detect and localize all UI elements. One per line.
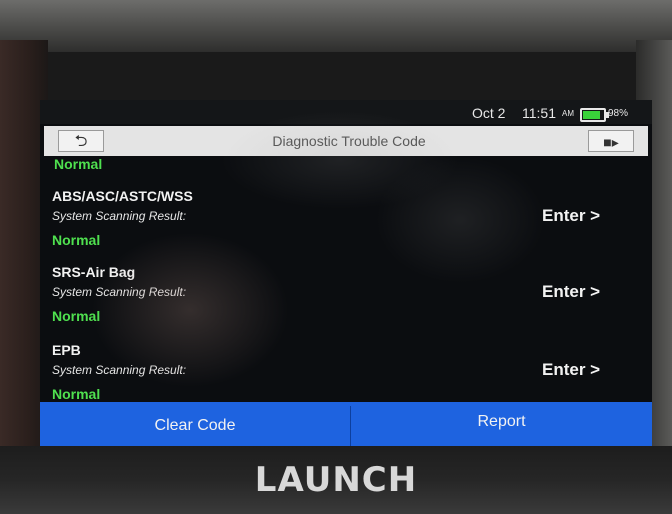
system-name: SRS-Air Bag: [52, 264, 136, 280]
system-item[interactable]: SRS-Air Bag System Scanning Result: Norm…: [40, 264, 652, 340]
system-name: EPB: [52, 342, 81, 358]
system-item[interactable]: ABS/ASC/ASTC/WSS System Scanning Result:…: [40, 188, 652, 264]
system-status: Normal: [52, 386, 101, 402]
enter-button[interactable]: Enter >: [542, 360, 600, 380]
status-battery-percent: 98%: [608, 108, 629, 119]
device-screen: Oct 2 11:51 AM 98% ⮌ Diagnostic Trouble …: [40, 100, 652, 446]
status-bar: Oct 2 11:51 AM 98%: [40, 100, 652, 124]
back-arrow-icon: ⮌: [74, 133, 88, 150]
device-bezel-top: [0, 0, 672, 52]
exit-button[interactable]: ■▸: [588, 130, 634, 152]
system-status: Normal: [52, 232, 101, 248]
back-button[interactable]: ⮌: [58, 130, 104, 152]
enter-button[interactable]: Enter >: [542, 206, 600, 226]
system-result-label: System Scanning Result:: [52, 209, 187, 223]
clear-code-button[interactable]: Clear Code: [40, 402, 350, 446]
status-date: Oct 2: [472, 105, 506, 121]
report-button[interactable]: Report: [351, 402, 652, 446]
system-result-label: System Scanning Result:: [52, 285, 187, 299]
status-ampm: AM: [562, 109, 574, 118]
title-bar: ⮌ Diagnostic Trouble Code ■▸: [44, 126, 648, 156]
device-brand-logo: LAUNCH: [254, 460, 418, 500]
status-time: 11:51: [522, 105, 556, 121]
system-status: Normal: [52, 308, 101, 324]
enter-button[interactable]: Enter >: [542, 282, 600, 302]
previous-item-status: Normal: [54, 156, 103, 172]
system-name: ABS/ASC/ASTC/WSS: [52, 188, 193, 204]
battery-icon: [580, 108, 609, 122]
bottom-action-bar: Clear Code Report: [40, 402, 652, 446]
page-title: Diagnostic Trouble Code: [272, 133, 426, 149]
system-result-label: System Scanning Result:: [52, 363, 187, 377]
exit-door-icon: ■▸: [603, 134, 619, 150]
